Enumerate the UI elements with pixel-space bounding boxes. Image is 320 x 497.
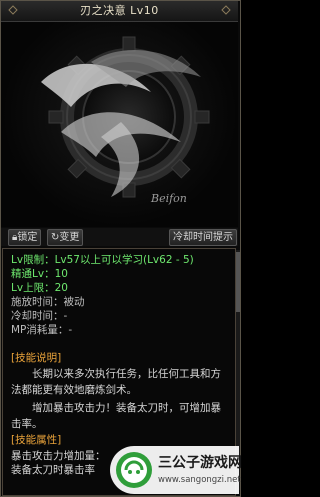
art-logo-text: Beifon: [150, 192, 187, 205]
cast-time: 施放时间：被动: [11, 296, 85, 308]
title-ornament-right-icon: [221, 5, 231, 15]
level-cap: Lv上限：20: [11, 282, 68, 294]
window-title: 刃之决意 Lv10: [80, 4, 159, 17]
toolbar: 🔒︎锁定 ↻变更 冷却时间提示: [1, 228, 238, 246]
attribute-line-1: 暴击攻击力增加量：: [11, 450, 106, 462]
title-bar: 刃之决意 Lv10: [1, 1, 238, 22]
lock-button[interactable]: 🔒︎锁定: [8, 229, 42, 246]
skill-artwork: Beifon: [1, 22, 238, 227]
mp-cost: MP消耗量：-: [11, 324, 73, 336]
attributes-header: [技能属性]: [11, 434, 62, 446]
description-text-1: 长期以来多次执行任务，比任何工具和方法都能更有效地磨炼剑术。: [11, 368, 221, 396]
watermark-logo-icon: [116, 452, 152, 488]
title-ornament-left-icon: [8, 5, 18, 15]
lv-limit: Lv限制：Lv57以上可以学习(Lv62 - 5): [11, 254, 194, 266]
gear-emblem-icon: Beifon: [41, 36, 210, 205]
description-header: [技能说明]: [11, 352, 62, 364]
attribute-line-2: 装备太刀时暴击率: [11, 464, 95, 476]
watermark-badge: 三公子游戏网 www.sangongzi.net: [110, 446, 242, 494]
description-text-2: 增加暴击攻击力！装备太刀时，可增加暴击率。: [11, 402, 221, 430]
cooldown-time: 冷却时间：-: [11, 310, 68, 322]
mastery-level: 精通Lv：10: [11, 268, 68, 280]
change-button[interactable]: ↻变更: [47, 229, 84, 246]
cooldown-hint-button[interactable]: 冷却时间提示: [169, 229, 237, 246]
watermark-url: www.sangongzi.net: [158, 475, 241, 485]
watermark-name: 三公子游戏网: [158, 455, 242, 471]
scrollbar-thumb[interactable]: [236, 252, 240, 312]
